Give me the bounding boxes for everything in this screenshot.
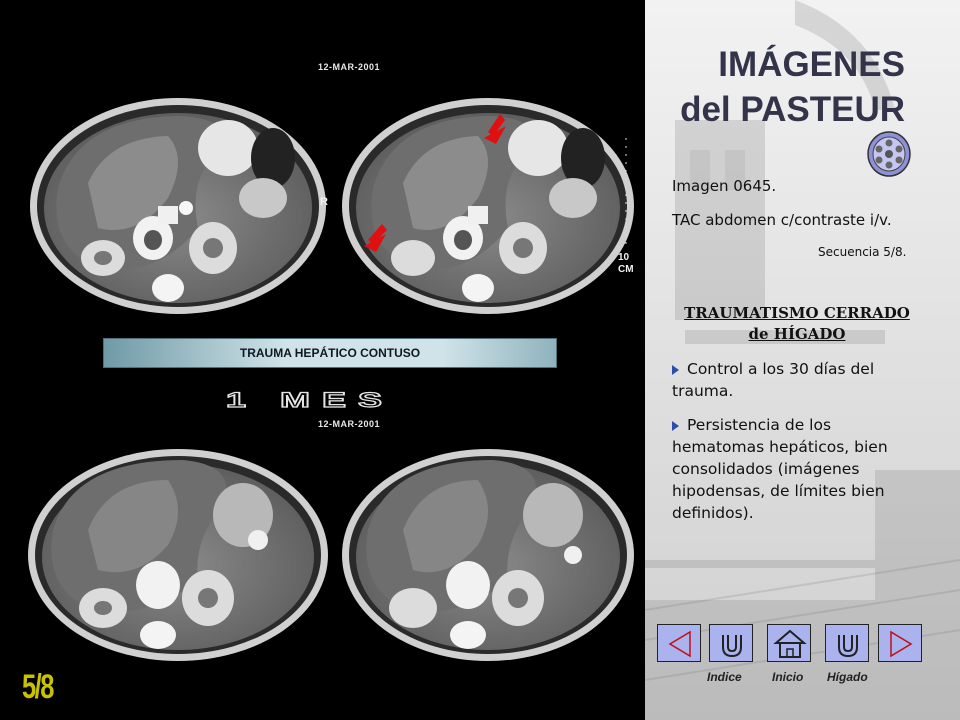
higado-button[interactable] — [825, 624, 869, 662]
ct-side-marker: R — [320, 196, 328, 208]
title-line-2: del PASTEUR — [680, 90, 905, 129]
u-turn-arrow-icon — [838, 635, 858, 658]
ct-scan-bottom-left — [28, 449, 328, 661]
time-label: 1 MES — [225, 387, 395, 412]
triangle-left-icon — [668, 630, 691, 658]
caption-banner: TRAUMA HEPÁTICO CONTUSO — [103, 338, 557, 368]
home-icon — [773, 629, 807, 658]
u-turn-arrow-icon — [722, 635, 742, 658]
page-indicator: 5/8 — [22, 668, 54, 706]
next-slide-button[interactable] — [878, 624, 922, 662]
higado-label[interactable]: Hígado — [827, 670, 868, 684]
ct-date-bottom: 12-MAR-2001 — [318, 419, 381, 429]
diagnosis-heading-line1: TRAUMATISMO CERRADO — [684, 304, 910, 322]
ct-scan-top-right: 10 CM — [342, 98, 634, 314]
prev-slide-button[interactable] — [657, 624, 701, 662]
inicio-label[interactable]: Inicio — [772, 670, 803, 684]
caption-text: TRAUMA HEPÁTICO CONTUSO — [239, 346, 421, 360]
ct-scale-unit: CM — [618, 264, 634, 275]
title-line-1: IMÁGENES — [718, 45, 905, 84]
inicio-button[interactable] — [767, 624, 811, 662]
image-id: Imagen 0645. — [672, 177, 777, 195]
bullet-icon — [672, 420, 679, 431]
study-description: TAC abdomen c/contraste i/v. — [672, 211, 892, 229]
indice-label[interactable]: Indice — [707, 670, 742, 684]
ct-scan-bottom-right — [342, 449, 634, 661]
triangle-right-icon — [890, 630, 913, 658]
diagnosis-heading: TRAUMATISMO CERRADO de HÍGADO — [668, 303, 926, 345]
finding-item: Control a los 30 días del trauma. — [672, 358, 928, 402]
film-reel-icon — [867, 131, 911, 177]
ct-scale-label: 10 — [618, 252, 630, 263]
finding-item: Persistencia de los hematomas hepáticos,… — [672, 414, 928, 524]
ct-date-top: 12-MAR-2001 — [318, 62, 381, 72]
finding-text: Control a los 30 días del trauma. — [672, 360, 875, 400]
ct-image-panel: 12-MAR-2001 R 10 CM TRAUMA HEPÁTICO CONT… — [0, 0, 645, 720]
sequence-label: Secuencia 5/8. — [818, 245, 907, 259]
indice-button[interactable] — [709, 624, 753, 662]
finding-text: Persistencia de los hematomas hepáticos,… — [672, 416, 888, 522]
bullet-icon — [672, 364, 679, 375]
diagnosis-heading-line2: de HÍGADO — [748, 325, 846, 343]
ct-scan-top-left: R — [30, 98, 328, 314]
